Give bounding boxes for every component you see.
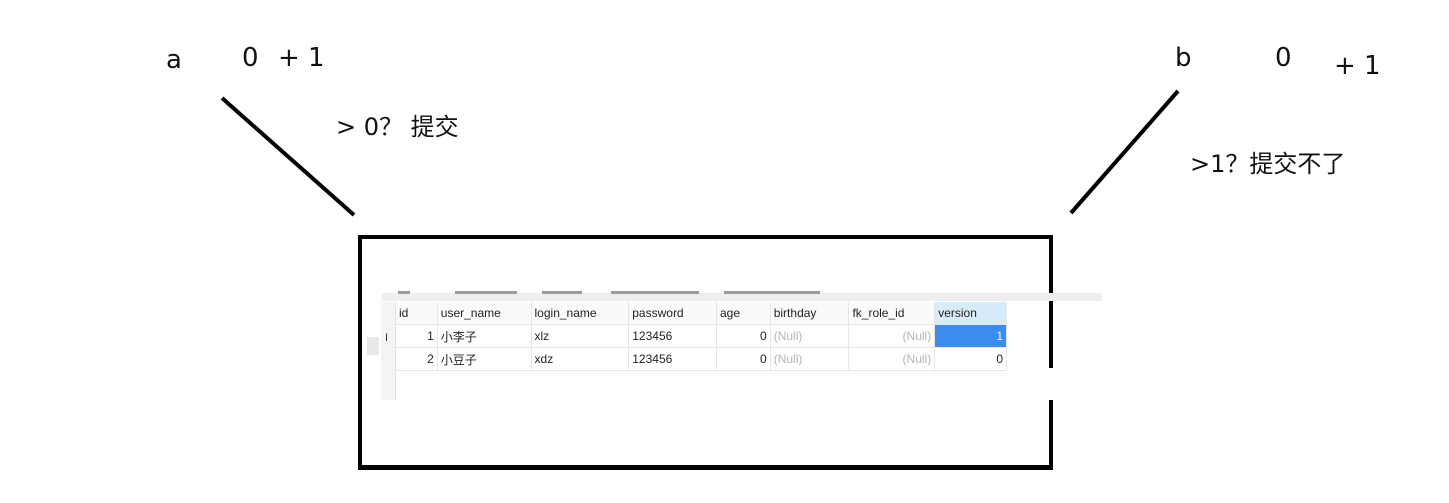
cell-password[interactable]: 123456	[628, 347, 717, 371]
cell-birthday[interactable]: (Null)	[770, 347, 850, 371]
col-password[interactable]: password	[628, 302, 717, 325]
connector-a	[220, 96, 356, 217]
header-row: id user_name login_name password age bir…	[396, 302, 1007, 325]
cell-age[interactable]: 0	[716, 324, 771, 348]
cell-version-selected[interactable]: 1	[934, 324, 1007, 348]
cell-user-name[interactable]: 小李子	[437, 324, 532, 348]
cell-login-name[interactable]: xlz	[531, 324, 630, 348]
col-login-name[interactable]: login_name	[531, 302, 630, 325]
cell-id[interactable]: 1	[396, 324, 438, 348]
grid-left-nub	[367, 337, 379, 355]
toolbar-ghost-4	[611, 291, 699, 294]
row-indicator-bar: I	[367, 302, 396, 400]
cell-user-name[interactable]: 小豆子	[437, 347, 532, 371]
toolbar-ghost-5	[724, 291, 820, 294]
col-birthday[interactable]: birthday	[770, 302, 850, 325]
cell-age[interactable]: 0	[716, 347, 771, 371]
data-grid: I id user_name login_name password age b…	[367, 302, 1007, 400]
cell-fk-role-id[interactable]: (Null)	[848, 347, 936, 371]
connector-b	[1069, 89, 1180, 215]
table-row[interactable]: 2 小豆子 xdz 123456 0 (Null) (Null) 0	[396, 347, 1007, 371]
toolbar-strip	[382, 293, 1102, 301]
col-version[interactable]: version	[934, 302, 1007, 325]
cell-login-name[interactable]: xdz	[531, 347, 630, 371]
toolbar-ghost-2	[455, 291, 517, 294]
frame-gap	[1040, 368, 1054, 400]
col-id[interactable]: id	[396, 302, 438, 325]
cell-id[interactable]: 2	[396, 347, 438, 371]
cell-password[interactable]: 123456	[628, 324, 717, 348]
result-table: id user_name login_name password age bir…	[396, 302, 1007, 371]
col-user-name[interactable]: user_name	[437, 302, 532, 325]
cell-fk-role-id[interactable]: (Null)	[848, 324, 936, 348]
table-row[interactable]: 1 小李子 xlz 123456 0 (Null) (Null) 1	[396, 324, 1007, 348]
toolbar-ghost-3	[542, 291, 582, 294]
row-marker: I	[385, 332, 389, 344]
col-age[interactable]: age	[716, 302, 771, 325]
toolbar-ghost-1	[398, 291, 410, 294]
cell-version[interactable]: 0	[934, 347, 1007, 371]
col-fk-role-id[interactable]: fk_role_id	[848, 302, 936, 325]
cell-birthday[interactable]: (Null)	[770, 324, 850, 348]
